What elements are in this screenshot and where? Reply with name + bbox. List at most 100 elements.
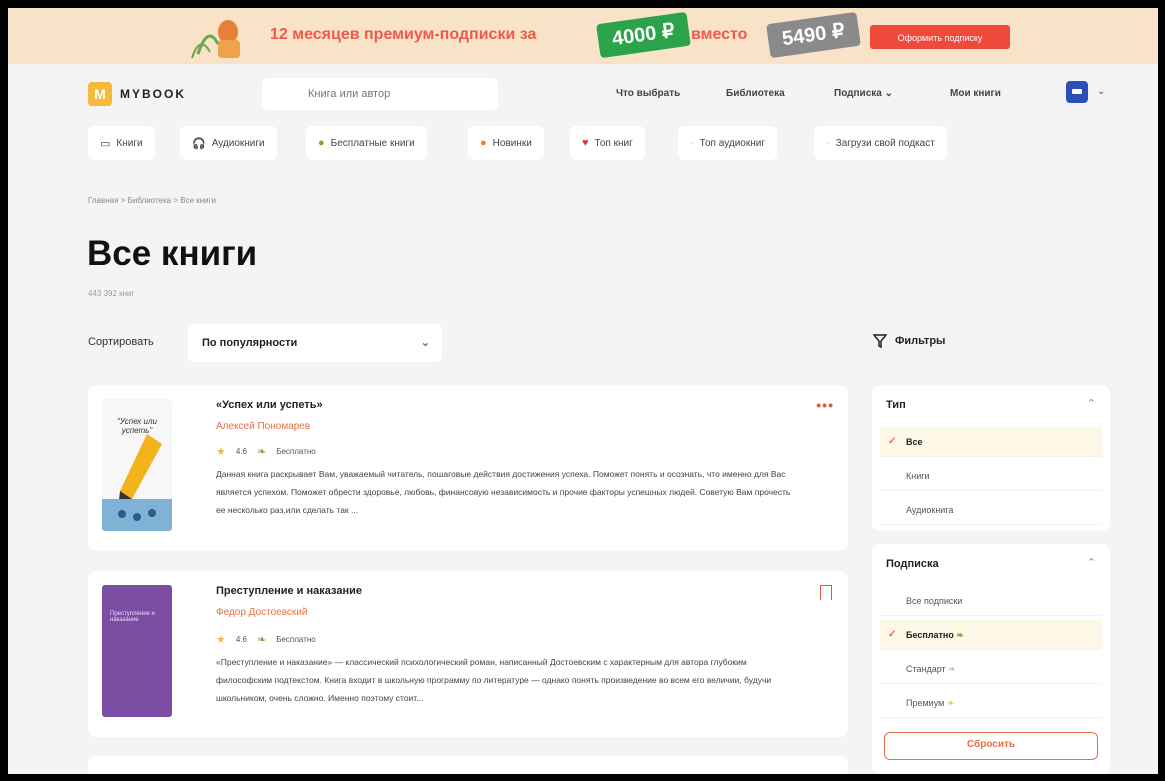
promo-old-price: 5490 ₽ — [766, 11, 861, 59]
sort-select[interactable]: По популярности ⌄ — [188, 324, 442, 362]
leaf-icon: ❧ — [956, 630, 964, 640]
book-rating: 4.6 — [235, 635, 247, 644]
book-cover[interactable]: Преступление и наказание — [102, 585, 172, 717]
cover-title: Преступление и наказание — [110, 611, 155, 623]
option-label: Бесплатно — [906, 630, 954, 640]
leaf-icon: ❧ — [946, 698, 955, 708]
check-icon: ✓ — [888, 629, 897, 640]
filter-option-books[interactable]: Книги — [880, 461, 1102, 491]
option-label: Премиум — [906, 698, 945, 708]
book-author[interactable]: Алексей Пономарев — [216, 421, 310, 432]
nav-what-to-choose[interactable]: Что выбрать — [616, 88, 680, 99]
chevron-down-icon[interactable]: ⌄ — [1097, 86, 1105, 97]
subscribe-button[interactable]: Оформить подписку — [870, 25, 1010, 49]
option-label: Аудиокнига — [906, 505, 954, 515]
logo-mark: M — [88, 82, 112, 106]
promo-text: 12 месяцев премиум-подписки за — [270, 26, 537, 43]
chevron-up-icon[interactable]: ⌃ — [1087, 556, 1096, 569]
option-label: Все подписки — [906, 596, 963, 606]
heart-icon: ♥ — [582, 137, 589, 149]
book-title[interactable]: «Успех или успеть» — [216, 399, 323, 411]
book-title[interactable]: Преступление и наказание — [216, 585, 362, 597]
category-label: Топ аудиокниг — [699, 137, 765, 149]
reset-filters-button[interactable]: Сбросить — [884, 732, 1098, 760]
option-label: Все — [906, 437, 923, 447]
nav-subscription-label: Подписка — [834, 88, 882, 99]
filter-option-free[interactable]: ✓ Бесплатно ❧ — [880, 620, 1102, 650]
category-top-books[interactable]: ♥ Топ книг — [570, 126, 645, 160]
headphones-icon: 🎧 — [192, 137, 206, 150]
filters-toggle[interactable]: Фильтры — [873, 334, 945, 348]
book-card[interactable]: "Успех или успеть" «Успех или успеть» Ал… — [88, 385, 848, 551]
book-author[interactable]: Федор Достоевский — [216, 607, 307, 618]
book-badge: Бесплатно — [276, 447, 316, 456]
filter-type-label: Тип — [886, 399, 906, 411]
promo-new-price: 4000 ₽ — [596, 11, 691, 59]
chevron-up-icon[interactable]: ⌃ — [1087, 397, 1096, 410]
pencil-illustration — [102, 434, 172, 531]
chevron-down-icon: ⌄ — [420, 337, 430, 349]
breadcrumb-separator: > — [120, 196, 128, 205]
filter-option-premium[interactable]: Премиум ❧ — [880, 688, 1102, 718]
category-label: Загрузи свой подкаст — [835, 137, 935, 149]
breadcrumb-current: Все книги — [180, 196, 217, 205]
filter-option-audiobook[interactable]: Аудиокнига — [880, 495, 1102, 525]
category-label: Новинки — [492, 137, 532, 149]
category-new[interactable]: ● Новинки — [468, 126, 544, 160]
category-label: Аудиокниги — [211, 137, 265, 149]
book-cover[interactable]: "Успех или успеть" — [102, 399, 172, 531]
bookmark-icon[interactable] — [820, 585, 832, 600]
chevron-down-icon: ⌄ — [884, 88, 893, 99]
filter-option-standard[interactable]: Стандарт ❧ — [880, 654, 1102, 684]
category-free-books[interactable]: ● Бесплатные книги — [306, 126, 427, 160]
avatar[interactable] — [1066, 81, 1088, 103]
browser-viewport: 12 месяцев премиум-подписки за 4000 ₽ вм… — [8, 8, 1158, 774]
leaf-icon: ❧ — [948, 664, 956, 674]
sparkle-icon: · — [826, 137, 830, 149]
category-audiobooks[interactable]: 🎧 Аудиокниги — [180, 126, 277, 160]
logo-text: MYBOOK — [120, 87, 186, 101]
filter-type-panel: Тип ⌃ ✓ Все Книги Аудиокнига — [872, 385, 1110, 531]
option-label: Книги — [906, 471, 930, 481]
option-label: Стандарт — [906, 664, 946, 674]
filters-title: Фильтры — [895, 335, 946, 347]
leaf-icon: ❧ — [257, 446, 267, 458]
category-upload-podcast[interactable]: · Загрузи свой подкаст — [814, 126, 947, 160]
category-label: Книги — [116, 137, 143, 149]
book-card[interactable]: Преступление и наказание Преступление и … — [88, 571, 848, 737]
category-label: Бесплатные книги — [330, 137, 415, 149]
filter-option-all-subscriptions[interactable]: Все подписки — [880, 586, 1102, 616]
mybook-logo[interactable]: M MYBOOK — [88, 82, 186, 106]
breadcrumb-home[interactable]: Главная — [88, 196, 118, 205]
book-description: Данная книга раскрывает Вам, уважаемый ч… — [216, 469, 791, 515]
star-icon: ★ — [216, 634, 226, 646]
promo-banner[interactable]: 12 месяцев премиум-подписки за 4000 ₽ вм… — [8, 8, 1158, 64]
book-count: 443 392 книг — [88, 289, 135, 298]
category-top-audiobooks[interactable]: · Топ аудиокниг — [678, 126, 777, 160]
book-badge: Бесплатно — [276, 635, 316, 644]
check-icon: ✓ — [888, 436, 897, 447]
leaf-icon: ● — [318, 137, 325, 149]
sort-value: По популярности — [202, 337, 298, 349]
category-books[interactable]: ▭ Книги — [88, 126, 155, 160]
nav-library[interactable]: Библиотека — [726, 88, 785, 99]
filter-option-all[interactable]: ✓ Все — [880, 427, 1102, 457]
breadcrumb: Главная > Библиотека > Все книги — [88, 196, 216, 205]
more-icon[interactable]: ••• — [816, 397, 834, 413]
leaf-icon: ❧ — [257, 634, 267, 646]
book-meta: ★ 4.6 ❧ Бесплатно — [216, 633, 316, 646]
page-title: Все книги — [87, 234, 258, 273]
filter-subscription-label: Подписка — [886, 558, 939, 570]
reading-girl-illustration — [191, 20, 240, 59]
filter-icon — [873, 334, 887, 348]
sparkle-icon: · — [690, 137, 694, 149]
category-label: Топ книг — [594, 137, 633, 149]
book-meta: ★ 4.6 ❧ Бесплатно — [216, 445, 316, 458]
nav-my-books[interactable]: Мои книги — [950, 88, 1001, 99]
book-rating: 4.6 — [235, 447, 247, 456]
search-input[interactable] — [262, 78, 498, 110]
breadcrumb-library[interactable]: Библиотека — [128, 196, 172, 205]
nav-subscription[interactable]: Подписка ⌄ — [834, 88, 893, 99]
book-card[interactable] — [88, 756, 848, 774]
sort-label: Сортировать — [88, 336, 154, 348]
